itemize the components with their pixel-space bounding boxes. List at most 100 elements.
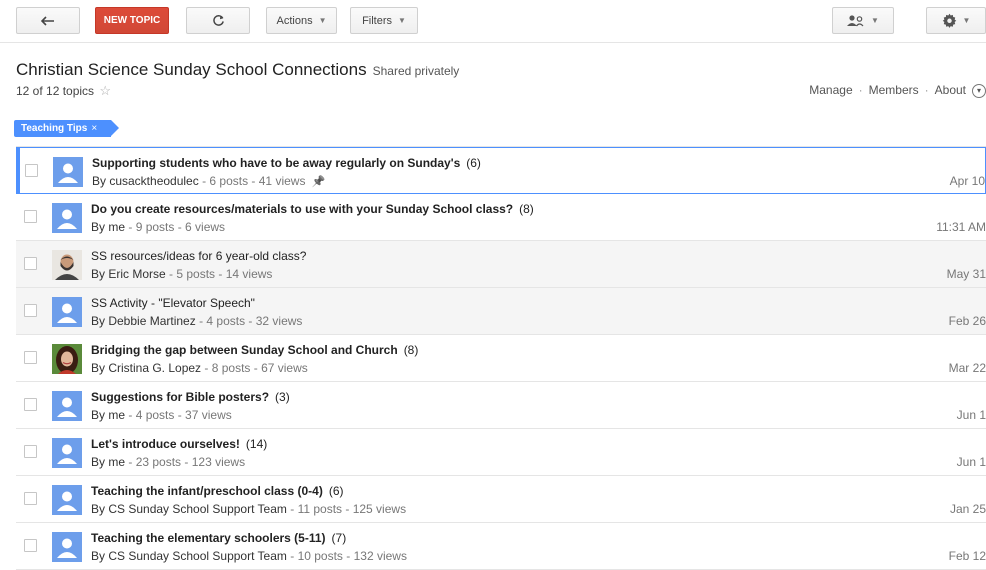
members-link[interactable]: Members — [869, 83, 919, 97]
avatar — [52, 250, 82, 280]
topic-checkbox[interactable] — [24, 445, 37, 458]
topic-list: Supporting students who have to be away … — [16, 146, 986, 570]
chevron-down-icon: ▼ — [318, 16, 327, 25]
topic-count: 12 of 12 topics ☆ — [16, 83, 111, 99]
topic-meta: By me - 23 posts - 123 views — [91, 455, 245, 469]
topic-row[interactable]: SS Activity - "Elevator Speech" By Debbie… — [16, 288, 986, 335]
topic-row[interactable]: Suggestions for Bible posters? (3) By me -… — [16, 382, 986, 429]
topic-date: Feb 26 — [948, 314, 986, 328]
group-links: Manage · Members · About ▾ — [809, 83, 986, 98]
topic-meta: By me - 9 posts - 6 views — [91, 220, 225, 234]
topic-meta: By CS Sunday School Support Team - 11 po… — [91, 502, 406, 516]
topic-row[interactable]: Do you create resources/materials to use… — [16, 194, 986, 241]
post-count: (14) — [245, 437, 268, 451]
topic-date: Feb 12 — [948, 549, 986, 563]
post-count: (8) — [403, 343, 419, 357]
topic-title-text: SS resources/ideas for 6 year-old class? — [91, 249, 307, 263]
topic-date: May 31 — [946, 267, 986, 281]
topic-title[interactable]: Teaching the elementary schoolers (5-11)… — [91, 531, 346, 545]
topic-row[interactable]: SS resources/ideas for 6 year-old class?… — [16, 241, 986, 288]
settings-dropdown[interactable]: ▼ — [926, 7, 986, 34]
topic-title[interactable]: SS Activity - "Elevator Speech" — [91, 296, 255, 310]
chevron-down-icon: ▼ — [398, 16, 406, 25]
topic-row[interactable]: Let's introduce ourselves! (14) By me - 23… — [16, 429, 986, 476]
topic-row[interactable]: Teaching the infant/preschool class (0-4… — [16, 476, 986, 523]
topic-checkbox[interactable] — [24, 257, 37, 270]
separator: · — [858, 83, 863, 97]
topic-title[interactable]: Let's introduce ourselves! (14) — [91, 437, 267, 451]
avatar — [52, 391, 82, 421]
post-count: (7) — [331, 531, 347, 545]
topic-row[interactable]: Teaching the elementary schoolers (5-11)… — [16, 523, 986, 570]
star-icon[interactable]: ☆ — [99, 83, 111, 98]
topic-title[interactable]: Do you create resources/materials to use… — [91, 202, 534, 216]
refresh-button[interactable] — [186, 7, 250, 34]
members-dropdown[interactable]: ▼ — [832, 7, 894, 34]
topic-meta: By Eric Morse - 5 posts - 14 views — [91, 267, 272, 281]
about-link[interactable]: About — [935, 83, 966, 97]
topic-meta: By CS Sunday School Support Team - 10 po… — [91, 549, 407, 563]
avatar — [52, 438, 82, 468]
topic-stats: - 10 posts - 132 views — [290, 549, 407, 563]
topic-stats: - 4 posts - 32 views — [199, 314, 303, 328]
filters-dropdown[interactable]: Filters ▼ — [350, 7, 418, 34]
topic-title-text: Bridging the gap between Sunday School a… — [91, 343, 398, 357]
topic-date: Jun 1 — [956, 455, 986, 469]
close-icon[interactable]: × — [91, 123, 97, 134]
actions-dropdown[interactable]: Actions ▼ — [266, 7, 337, 34]
gear-icon — [942, 13, 956, 28]
topic-meta: By Cristina G. Lopez - 8 posts - 67 view… — [91, 361, 308, 375]
avatar — [52, 297, 82, 327]
chevron-down-icon[interactable]: ▾ — [972, 83, 986, 98]
topic-meta: By cusacktheodulec - 6 posts - 41 views 📌 — [92, 174, 325, 188]
avatar — [53, 157, 83, 187]
topic-checkbox[interactable] — [24, 351, 37, 364]
post-count: (3) — [275, 390, 290, 404]
filter-tag-label: Teaching Tips — [21, 123, 88, 134]
separator: · — [924, 83, 929, 97]
topic-title[interactable]: Supporting students who have to be away … — [92, 156, 481, 170]
person-add-icon — [847, 14, 864, 26]
topic-date: Apr 10 — [949, 174, 985, 188]
topic-author: By Debbie Martinez — [91, 314, 196, 328]
topic-title-text: Teaching the elementary schoolers (5-11) — [91, 531, 326, 545]
filter-tag[interactable]: Teaching Tips × — [14, 120, 120, 137]
new-topic-button[interactable]: NEW TOPIC — [95, 7, 169, 34]
topic-title-text: Do you create resources/materials to use… — [91, 202, 514, 216]
topic-title-text: Teaching the infant/preschool class (0-4… — [91, 484, 323, 498]
post-count: (8) — [519, 202, 534, 216]
header-divider — [0, 42, 986, 43]
topic-author: By me — [91, 220, 126, 234]
topic-stats: - 11 posts - 125 views — [290, 502, 407, 516]
topic-title-text: Let's introduce ourselves! — [91, 437, 240, 451]
topic-author: By Eric Morse — [91, 267, 166, 281]
avatar — [52, 344, 82, 374]
topic-author: By cusacktheodulec — [92, 174, 199, 188]
pin-icon: 📌 — [311, 176, 326, 188]
topic-checkbox[interactable] — [24, 398, 37, 411]
topic-author: By CS Sunday School Support Team — [91, 549, 287, 563]
topic-title[interactable]: Teaching the infant/preschool class (0-4… — [91, 484, 344, 498]
post-count: (6) — [328, 484, 344, 498]
topic-title[interactable]: Suggestions for Bible posters? (3) — [91, 390, 290, 404]
topic-row[interactable]: Bridging the gap between Sunday School a… — [16, 335, 986, 382]
topic-checkbox[interactable] — [24, 492, 37, 505]
topic-author: By CS Sunday School Support Team — [91, 502, 287, 516]
page-title: Christian Science Sunday School Connecti… — [16, 60, 459, 80]
filters-label: Filters — [362, 14, 393, 27]
topic-title[interactable]: SS resources/ideas for 6 year-old class? — [91, 249, 306, 263]
topic-checkbox[interactable] — [24, 210, 37, 223]
topic-title[interactable]: Bridging the gap between Sunday School a… — [91, 343, 418, 357]
back-button[interactable] — [16, 7, 80, 34]
topic-checkbox[interactable] — [24, 304, 37, 317]
topic-row[interactable]: Supporting students who have to be away … — [16, 147, 986, 194]
topic-meta: By me - 4 posts - 37 views — [91, 408, 232, 422]
topic-title-text: SS Activity - "Elevator Speech" — [91, 296, 255, 310]
shared-status: Shared privately — [372, 64, 460, 78]
topic-checkbox[interactable] — [24, 539, 37, 552]
topic-checkbox[interactable] — [25, 164, 38, 177]
topic-date: Jan 25 — [949, 502, 986, 516]
manage-link[interactable]: Manage — [809, 83, 852, 97]
topic-stats: - 9 posts - 6 views — [128, 220, 226, 234]
topic-stats: - 6 posts - 41 views — [202, 174, 306, 188]
